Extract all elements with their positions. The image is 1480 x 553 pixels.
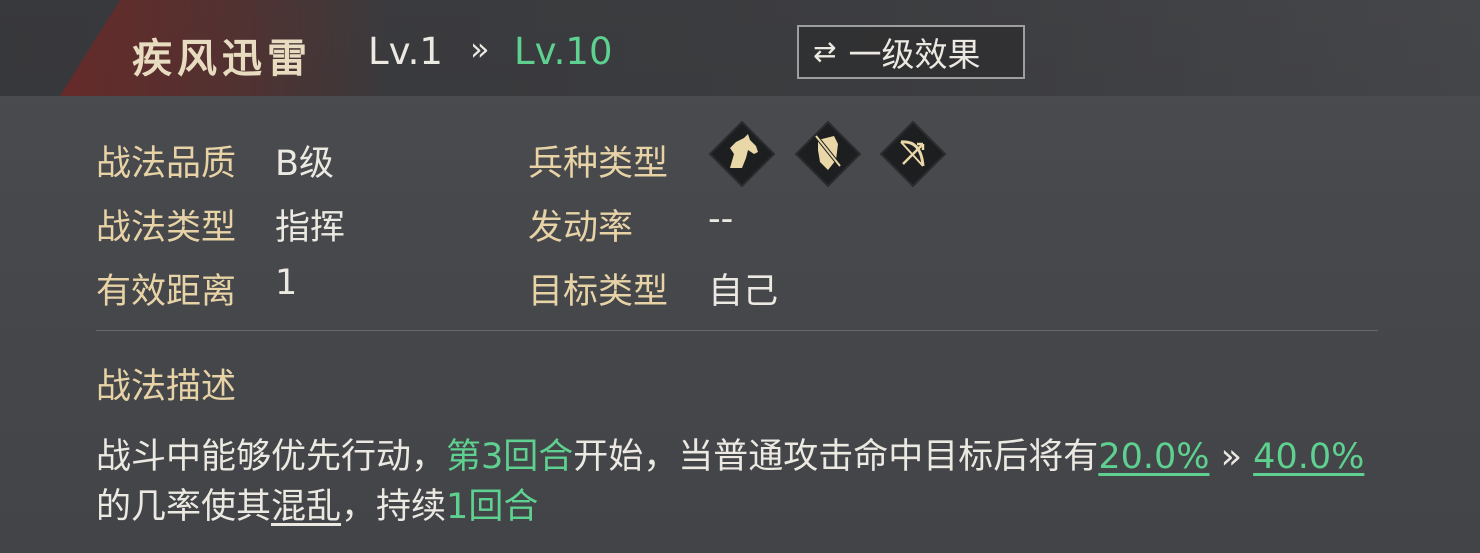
troop-type-label: 兵种类型 <box>528 144 669 184</box>
desc-seg9: ，持续 <box>341 487 447 527</box>
section-divider <box>96 330 1378 331</box>
quality-value: B级 <box>275 144 335 184</box>
level-effect-toggle-button[interactable]: ⇄ 一级效果 <box>797 25 1025 79</box>
range-value: 1 <box>275 263 298 303</box>
swap-arrows-icon: ⇄ <box>813 35 837 68</box>
desc-duration: 1回合 <box>446 487 539 527</box>
toggle-button-label: 一级效果 <box>848 35 981 74</box>
target-type-value: 自己 <box>708 272 779 312</box>
desc-seg7: 的几率使其 <box>96 487 272 527</box>
type-label: 战法类型 <box>96 208 237 248</box>
cavalry-horse-icon <box>708 120 776 188</box>
shield-infantry-icon <box>794 120 862 188</box>
quality-label: 战法品质 <box>96 144 237 184</box>
type-value: 指挥 <box>275 208 346 248</box>
bow-archer-icon <box>879 120 947 188</box>
range-label: 有效距离 <box>96 272 237 312</box>
target-type-label: 目标类型 <box>528 272 669 312</box>
desc-arrow: » <box>1209 437 1254 477</box>
skill-title: 疾风迅雷 <box>132 35 312 82</box>
description-title: 战法描述 <box>96 367 237 407</box>
desc-seg3: 开始，当普通攻击命中目标后将有 <box>573 437 1099 477</box>
desc-chance-to: 40.0% <box>1253 437 1365 477</box>
desc-seg1: 战斗中能够优先行动， <box>96 437 447 477</box>
level-arrow: » <box>470 30 490 68</box>
desc-chance-from: 20.0% <box>1098 437 1210 477</box>
trigger-rate-label: 发动率 <box>528 208 634 248</box>
description-text: 战斗中能够优先行动，第3回合开始，当普通攻击命中目标后将有20.0% » 40.… <box>96 432 1386 532</box>
desc-round-start: 第3回合 <box>446 437 574 477</box>
level-from: Lv.1 <box>368 30 443 73</box>
level-to: Lv.10 <box>514 30 613 73</box>
trigger-rate-value: -- <box>708 199 734 239</box>
desc-status-chaos-link[interactable]: 混乱 <box>271 487 341 527</box>
